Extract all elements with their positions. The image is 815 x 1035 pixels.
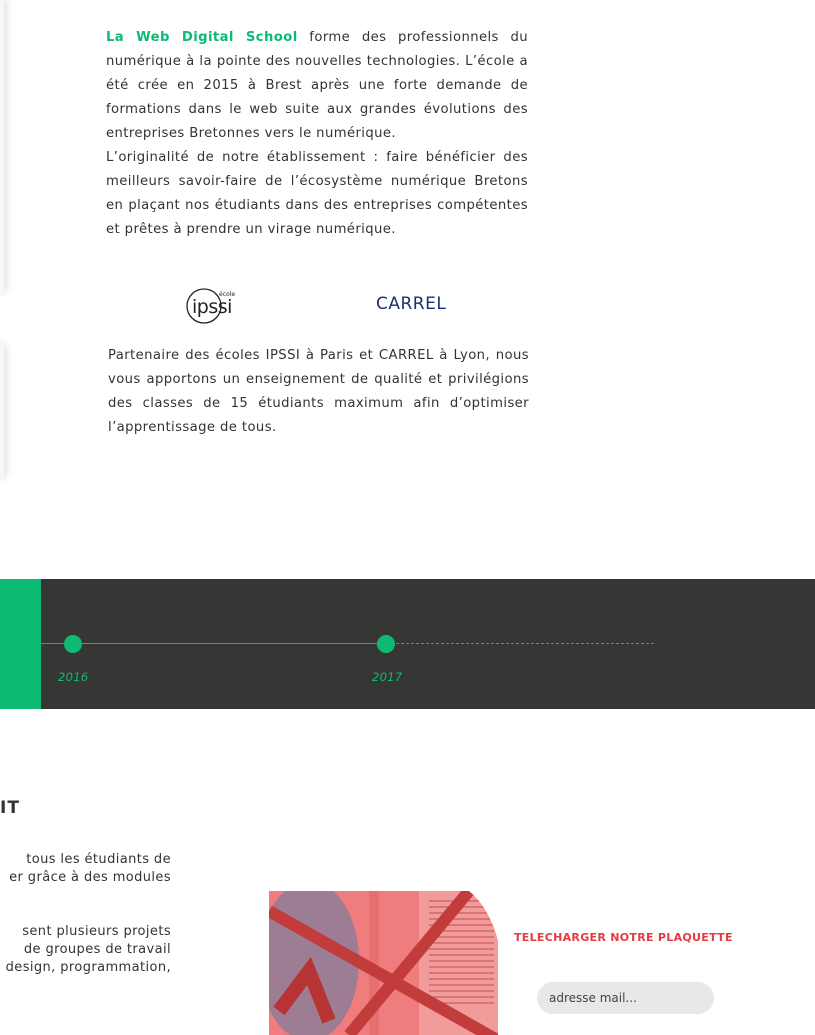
timeline-dot-2016[interactable] [64, 635, 82, 653]
section-paragraph-2: sent plusieurs projets de groupes de tra… [0, 923, 171, 977]
section-paragraph-1-line: tous les étudiants de [26, 852, 171, 867]
timeline-line [41, 643, 386, 644]
side-card-top [0, 0, 4, 292]
timeline-dashed-line [386, 643, 654, 644]
intro-text-2: L’originalité de notre établissement : f… [106, 150, 528, 237]
timeline-year-2016: 2016 [58, 670, 89, 684]
intro-paragraph: La Web Digital School forme des professi… [106, 26, 528, 242]
section-heading: IT [0, 798, 20, 818]
timeline-accent-bar [0, 579, 41, 709]
section-paragraph-1-line: er grâce à des modules [9, 870, 171, 885]
side-card-bottom [0, 345, 4, 477]
partners-paragraph: Partenaire des écoles IPSSI à Paris et C… [108, 348, 529, 435]
intro-text-1: forme des professionnels du numérique à … [106, 30, 528, 141]
school-name: La Web Digital School [106, 30, 298, 45]
ipssi-logo: école ipssi [183, 287, 247, 325]
timeline: 2016 2017 [0, 579, 815, 709]
timeline-dot-2017[interactable] [377, 635, 395, 653]
section-paragraph-2-line: sent plusieurs projets [22, 924, 171, 939]
section-paragraph-2-line: de groupes de travail [23, 942, 171, 957]
section-paragraph-2-line: design, programmation, [5, 960, 171, 975]
brochure-image[interactable] [269, 891, 499, 1035]
timeline-year-2017: 2017 [372, 670, 403, 684]
section-paragraph-1: tous les étudiants de er grâce à des mod… [0, 851, 171, 887]
carrel-logo: CARREL [376, 294, 447, 314]
ipssi-logo-text: ipssi [192, 296, 232, 318]
email-input[interactable] [537, 982, 714, 1014]
download-brochure-link[interactable]: TELECHARGER NOTRE PLAQUETTE [514, 931, 733, 944]
